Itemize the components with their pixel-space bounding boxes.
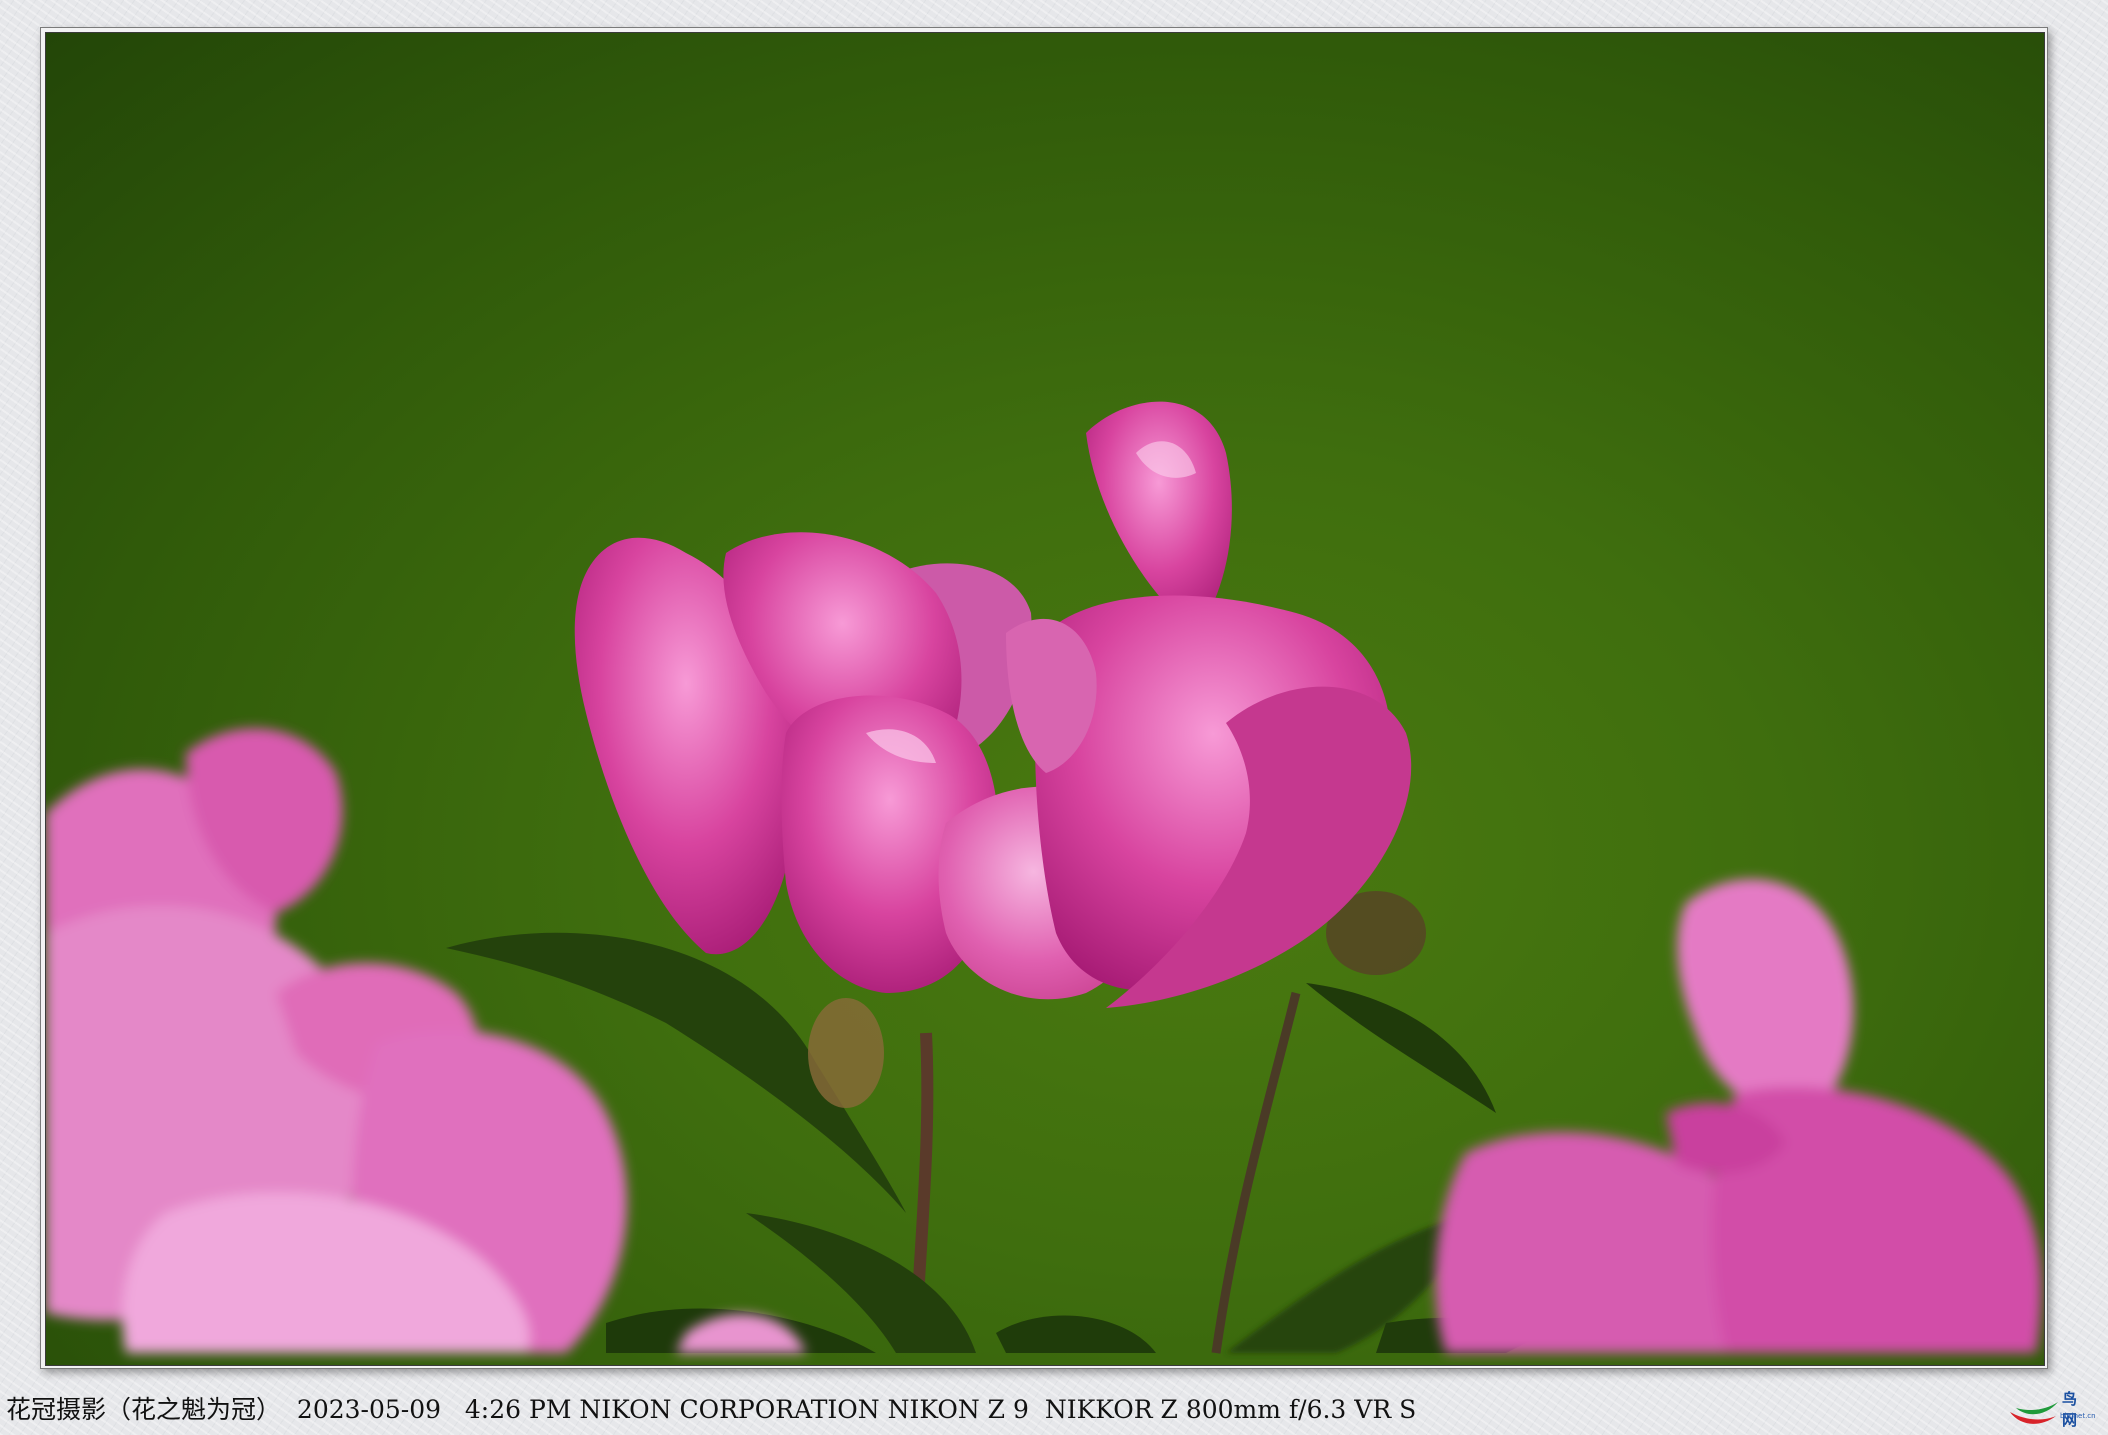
logo-site: birdnet.cn [2060,1412,2096,1420]
caption-date: 2023-05-09 [296,1395,442,1424]
caption-time: 4:26 PM [464,1395,572,1424]
caption-camera-model: NIKON Z 9 [887,1395,1029,1424]
photo-caption: 花冠摄影（花之魁为冠） 2023-05-09 4:26 PM NIKON COR… [6,1393,1416,1427]
caption-camera-make: NIKON CORPORATION [579,1395,880,1424]
peony-photo [45,32,2045,1366]
bird-swoosh-icon [2010,1402,2058,1424]
peony-image [46,401,2042,1354]
logo-name: 鸟网 [2062,1390,2078,1429]
birdnet-logo: 鸟网 birdnet.cn [2006,1386,2096,1430]
caption-lens: NIKKOR Z 800mm f/6.3 VR S [1044,1395,1417,1424]
caption-title: 花冠摄影（花之魁为冠） [6,1395,282,1424]
photo-frame [40,27,2048,1369]
